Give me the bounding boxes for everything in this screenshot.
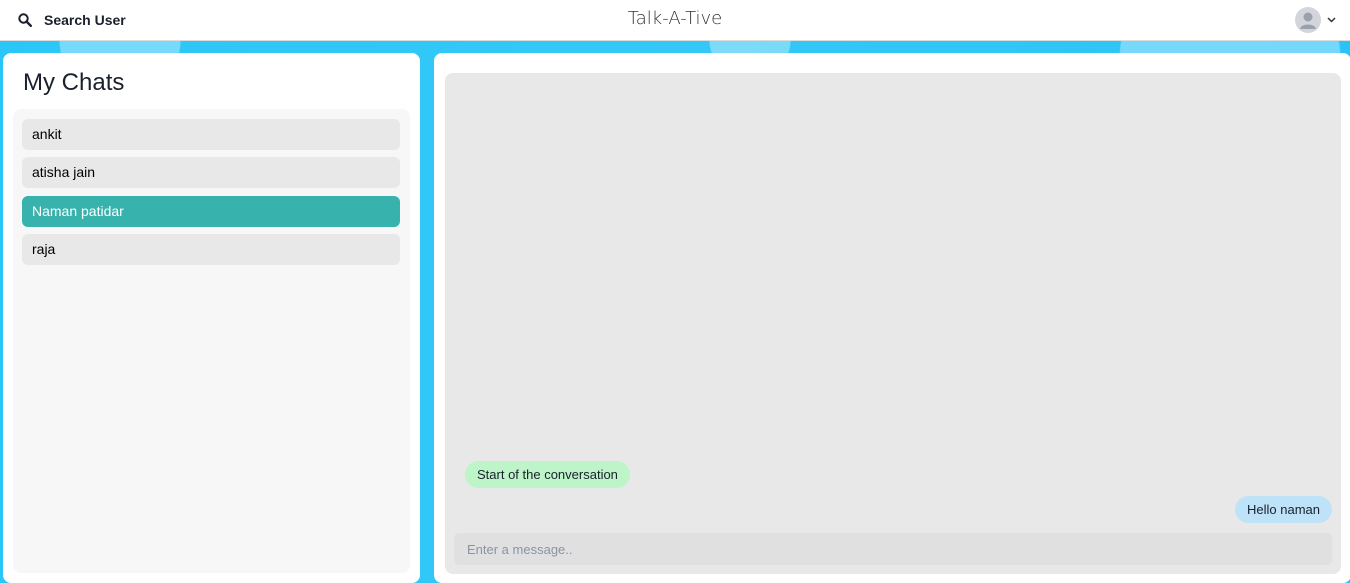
message-bubble-outgoing: Hello naman (1235, 496, 1332, 523)
message-input[interactable] (454, 533, 1332, 565)
app-title: Talk-A-Tive (627, 8, 723, 29)
profile-menu-button[interactable] (1295, 7, 1336, 33)
user-avatar-icon (1295, 7, 1321, 33)
chat-item-atisha-jain[interactable]: atisha jain (22, 157, 400, 188)
chat-panel: Start of the conversation Hello naman (434, 53, 1350, 583)
message-bubble-incoming: Start of the conversation (465, 461, 630, 488)
chat-list: ankit atisha jain Naman patidar raja (13, 109, 410, 573)
chat-item-raja[interactable]: raja (22, 234, 400, 265)
chat-item-naman-patidar[interactable]: Naman patidar (22, 196, 400, 227)
chevron-down-icon (1327, 17, 1336, 23)
chat-item-ankit[interactable]: ankit (22, 119, 400, 150)
my-chats-title: My Chats (23, 69, 125, 96)
top-bar: Search User Talk-A-Tive (0, 0, 1350, 41)
message-area: Start of the conversation Hello naman (445, 73, 1341, 574)
my-chats-panel: My Chats ankit atisha jain Naman patidar… (3, 53, 420, 583)
